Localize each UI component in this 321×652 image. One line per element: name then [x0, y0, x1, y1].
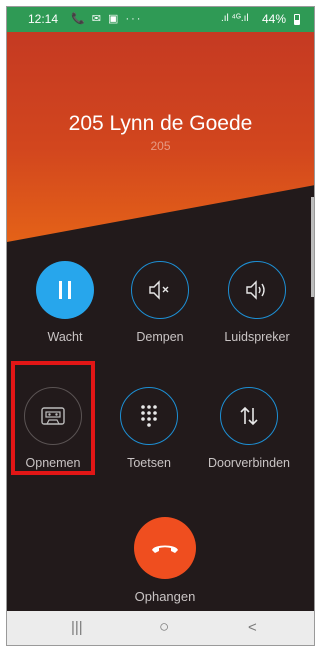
transfer-button[interactable]: Doorverbinden [204, 387, 294, 470]
speaker-button[interactable]: Luidspreker [212, 261, 302, 344]
speaker-circle[interactable] [228, 261, 286, 319]
notification-icons: 📞 ✉ ▣ ··· [71, 13, 143, 25]
hold-circle[interactable] [36, 261, 94, 319]
keypad-button[interactable]: Toetsen [104, 387, 194, 470]
hangup-label: Ophangen [134, 589, 196, 604]
mute-label: Dempen [136, 330, 184, 344]
battery-icon [294, 14, 300, 25]
highlight-box [11, 361, 95, 475]
navigation-bar: ||| ○ < [7, 611, 314, 645]
transfer-label: Doorverbinden [208, 456, 290, 470]
transfer-arrows-icon [240, 406, 258, 426]
mute-circle[interactable] [131, 261, 189, 319]
speaker-muted-icon [149, 280, 169, 300]
speaker-icon [246, 280, 265, 300]
mute-button[interactable]: Dempen [115, 261, 205, 344]
hold-label: Wacht [47, 330, 83, 344]
speaker-label: Luidspreker [224, 330, 290, 344]
transfer-circle[interactable] [220, 387, 278, 445]
phone-screen: 12:14 📞 ✉ ▣ ··· .ıl ⁴ᴳ.ıl 44% 205 Lynn d… [6, 6, 315, 646]
battery-percent: 44% [262, 12, 287, 26]
back-icon[interactable]: < [248, 619, 257, 636]
keypad-label: Toetsen [127, 456, 171, 470]
hangup-button[interactable] [134, 517, 196, 579]
hold-button[interactable]: Wacht [20, 261, 110, 344]
keypad-circle[interactable] [120, 387, 178, 445]
recents-icon[interactable]: ||| [71, 619, 83, 636]
status-time: 12:14 [28, 12, 59, 26]
status-bar: 12:14 📞 ✉ ▣ ··· .ıl ⁴ᴳ.ıl 44% [7, 7, 314, 32]
phone-hangup-icon [152, 545, 178, 553]
call-header-background [7, 32, 314, 242]
pause-icon [59, 281, 71, 299]
dialpad-icon [141, 405, 157, 427]
edge-handle [311, 197, 314, 297]
contact-extension: 205 [150, 139, 171, 153]
contact-name: 205 Lynn de Goede [68, 112, 253, 135]
signal-icon: .ıl ⁴ᴳ.ıl [221, 13, 249, 24]
home-icon[interactable]: ○ [159, 617, 169, 637]
